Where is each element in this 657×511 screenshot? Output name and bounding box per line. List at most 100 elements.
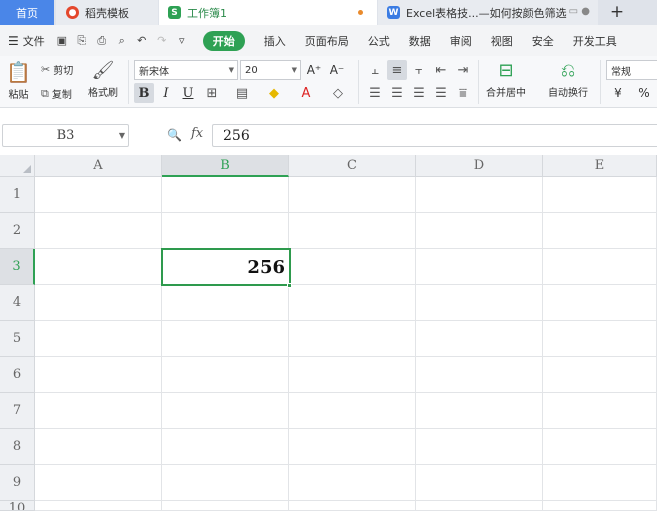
menu-item-formulas[interactable]: 公式: [368, 33, 390, 49]
fill-color-button[interactable]: ◆: [264, 83, 284, 103]
cell-d5[interactable]: [416, 321, 543, 357]
column-header-d[interactable]: D: [416, 155, 543, 177]
menu-item-start[interactable]: 开始: [202, 30, 245, 51]
tab-options-icon[interactable]: ▭ ●: [569, 6, 590, 17]
print-icon[interactable]: ⎙: [95, 34, 109, 48]
column-header-b[interactable]: B: [162, 155, 289, 177]
menu-item-security[interactable]: 安全: [532, 33, 554, 49]
row-header-3[interactable]: 3: [0, 249, 35, 285]
cell-e6[interactable]: [543, 357, 657, 393]
cell-c3[interactable]: [289, 249, 416, 285]
column-header-c[interactable]: C: [289, 155, 416, 177]
fill-handle[interactable]: [287, 283, 292, 288]
cell-a3[interactable]: [35, 249, 162, 285]
align-bottom-button[interactable]: ⫟: [409, 60, 429, 80]
cell-d10[interactable]: [416, 501, 543, 511]
cell-b7[interactable]: [162, 393, 289, 429]
indent-increase-button[interactable]: ⇥: [453, 60, 473, 80]
cell-e10[interactable]: [543, 501, 657, 511]
percent-button[interactable]: %: [634, 83, 654, 103]
redo-icon[interactable]: ↷: [155, 34, 169, 48]
wrap-text-button[interactable]: ⎌ 自动换行: [548, 60, 588, 99]
name-box[interactable]: B3 ▼: [2, 124, 129, 147]
number-format-select[interactable]: 常规: [606, 60, 657, 80]
cell-b10[interactable]: [162, 501, 289, 511]
print-preview-icon[interactable]: ⌕: [115, 34, 129, 48]
distributed-button[interactable]: ⩸: [453, 83, 473, 103]
tab-home[interactable]: 首页: [0, 0, 54, 25]
cell-a4[interactable]: [35, 285, 162, 321]
cell-b5[interactable]: [162, 321, 289, 357]
cell-e9[interactable]: [543, 465, 657, 501]
menu-item-view[interactable]: 视图: [491, 33, 513, 49]
font-size-select[interactable]: 20 ▼: [240, 60, 301, 80]
cell-c7[interactable]: [289, 393, 416, 429]
cell-d2[interactable]: [416, 213, 543, 249]
menu-item-review[interactable]: 审阅: [450, 33, 472, 49]
clear-format-button[interactable]: ◇: [328, 83, 348, 103]
cell-e1[interactable]: [543, 177, 657, 213]
cell-a6[interactable]: [35, 357, 162, 393]
cell-a9[interactable]: [35, 465, 162, 501]
merge-center-button[interactable]: ⊟ 合并居中: [486, 60, 526, 99]
cell-d8[interactable]: [416, 429, 543, 465]
row-header-4[interactable]: 4: [0, 285, 35, 321]
column-header-a[interactable]: A: [35, 155, 162, 177]
row-header-1[interactable]: 1: [0, 177, 35, 213]
indent-decrease-button[interactable]: ⇤: [431, 60, 451, 80]
cell-c2[interactable]: [289, 213, 416, 249]
cell-b1[interactable]: [162, 177, 289, 213]
row-header-5[interactable]: 5: [0, 321, 35, 357]
cell-a8[interactable]: [35, 429, 162, 465]
currency-button[interactable]: ¥: [608, 83, 628, 103]
justify-button[interactable]: ☰: [431, 83, 451, 103]
file-menu-button[interactable]: ☰ 文件: [4, 30, 49, 52]
align-middle-button[interactable]: ≡: [387, 60, 407, 80]
zoom-search-icon[interactable]: 🔍: [167, 128, 182, 142]
row-header-6[interactable]: 6: [0, 357, 35, 393]
align-left-button[interactable]: ☰: [365, 83, 385, 103]
font-name-select[interactable]: 新宋体 ▼: [134, 60, 238, 80]
shrink-font-button[interactable]: A⁻: [327, 60, 347, 80]
underline-button[interactable]: U: [178, 83, 198, 103]
cell-c4[interactable]: [289, 285, 416, 321]
cell-d7[interactable]: [416, 393, 543, 429]
undo-icon[interactable]: ↶: [135, 34, 149, 48]
cell-e5[interactable]: [543, 321, 657, 357]
cell-a7[interactable]: [35, 393, 162, 429]
cell-c6[interactable]: [289, 357, 416, 393]
cell-c8[interactable]: [289, 429, 416, 465]
align-right-button[interactable]: ☰: [409, 83, 429, 103]
format-painter-button[interactable]: 🖌 格式刷: [88, 60, 118, 99]
cell-a5[interactable]: [35, 321, 162, 357]
cell-d4[interactable]: [416, 285, 543, 321]
grow-font-button[interactable]: A⁺: [304, 60, 324, 80]
menu-item-data[interactable]: 数据: [409, 33, 431, 49]
cut-button[interactable]: ✂ 剪切: [41, 62, 73, 77]
quick-access-dropdown-icon[interactable]: ▿: [175, 34, 189, 48]
save-icon[interactable]: ▣: [55, 34, 69, 48]
cell-e4[interactable]: [543, 285, 657, 321]
copy-button[interactable]: ⧉ 复制: [41, 86, 72, 102]
cell-d3[interactable]: [416, 249, 543, 285]
row-header-7[interactable]: 7: [0, 393, 35, 429]
bold-button[interactable]: B: [134, 83, 154, 103]
cell-b9[interactable]: [162, 465, 289, 501]
cell-b2[interactable]: [162, 213, 289, 249]
select-all-corner[interactable]: [0, 155, 35, 177]
export-icon[interactable]: ⎘: [75, 34, 89, 48]
cell-e8[interactable]: [543, 429, 657, 465]
cell-c5[interactable]: [289, 321, 416, 357]
cell-e3[interactable]: [543, 249, 657, 285]
cell-c1[interactable]: [289, 177, 416, 213]
cell-c9[interactable]: [289, 465, 416, 501]
paste-button[interactable]: 📋 粘贴: [6, 60, 31, 101]
align-center-button[interactable]: ☰: [387, 83, 407, 103]
new-tab-button[interactable]: +: [607, 2, 627, 22]
row-header-8[interactable]: 8: [0, 429, 35, 465]
cell-a2[interactable]: [35, 213, 162, 249]
insert-function-fx-icon[interactable]: fx: [191, 126, 203, 141]
cell-b8[interactable]: [162, 429, 289, 465]
cell-style-button[interactable]: ▤: [232, 83, 252, 103]
row-header-9[interactable]: 9: [0, 465, 35, 501]
